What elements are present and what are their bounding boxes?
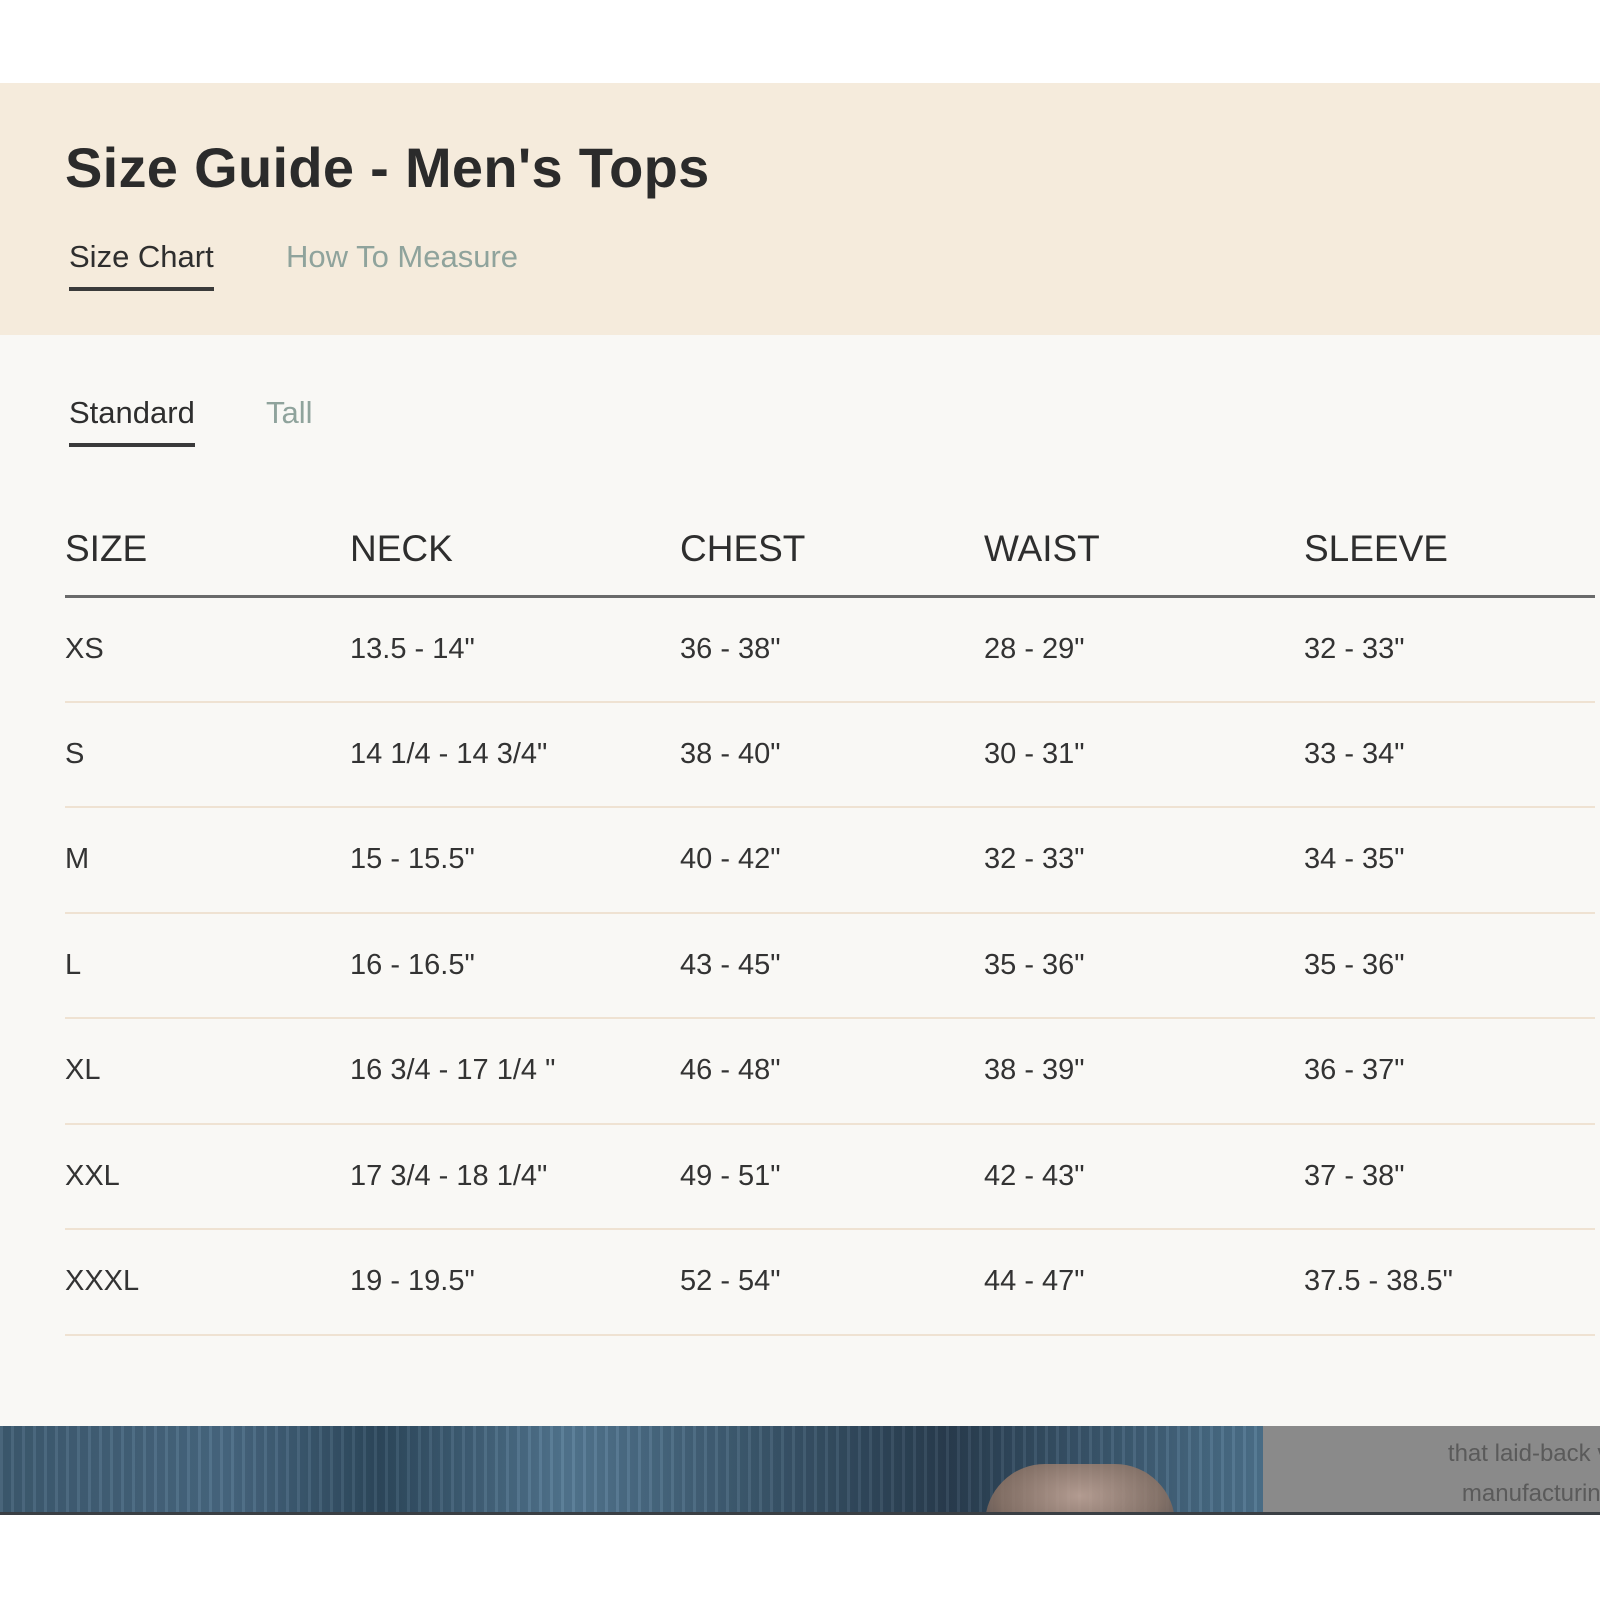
cell-neck: 17 3/4 - 18 1/4": [350, 1123, 680, 1230]
cell-sleeve: 32 - 33": [1304, 596, 1595, 703]
cell-waist: 32 - 33": [984, 807, 1304, 914]
page-title: Size Guide - Men's Tops: [65, 136, 710, 199]
table-row: XXL 17 3/4 - 18 1/4" 49 - 51" 42 - 43" 3…: [65, 1123, 1595, 1230]
table-header-row: SIZE NECK CHEST WAIST SLEEVE: [65, 503, 1595, 598]
cell-sleeve: 34 - 35": [1304, 807, 1595, 914]
column-header-size: SIZE: [65, 503, 350, 598]
background-page-strip: that laid-back vib manufacturing i: [0, 1426, 1600, 1515]
tab-standard-fit[interactable]: Standard: [69, 395, 195, 447]
column-header-sleeve: SLEEVE: [1304, 503, 1595, 598]
size-chart-table: SIZE NECK CHEST WAIST SLEEVE XS 13.5 - 1…: [65, 503, 1595, 1336]
tab-how-to-measure[interactable]: How To Measure: [286, 239, 518, 287]
background-product-image: [0, 1426, 1263, 1512]
cell-waist: 38 - 39": [984, 1018, 1304, 1125]
size-guide-header: Size Guide - Men's Tops Size Chart How T…: [0, 83, 1600, 335]
cell-chest: 49 - 51": [680, 1123, 984, 1230]
column-header-neck: NECK: [350, 503, 680, 598]
column-header-waist: WAIST: [984, 503, 1304, 598]
background-page-text: that laid-back vib manufacturing i: [1263, 1426, 1600, 1512]
cell-sleeve: 37.5 - 38.5": [1304, 1229, 1595, 1336]
cell-sleeve: 35 - 36": [1304, 912, 1595, 1019]
cell-chest: 43 - 45": [680, 912, 984, 1019]
cell-neck: 16 3/4 - 17 1/4 ": [350, 1018, 680, 1125]
cell-size: M: [65, 807, 350, 914]
background-text-line: that laid-back vib: [1447, 1440, 1600, 1467]
background-text-line: manufacturing i: [1461, 1480, 1600, 1507]
background-hand-shape: [985, 1464, 1175, 1512]
column-header-chest: CHEST: [680, 503, 984, 598]
tab-size-chart[interactable]: Size Chart: [69, 239, 214, 291]
cell-size: XL: [65, 1018, 350, 1125]
tab-tall-fit[interactable]: Tall: [266, 395, 313, 443]
cell-chest: 46 - 48": [680, 1018, 984, 1125]
cell-size: XXXL: [65, 1229, 350, 1336]
cell-size: XS: [65, 596, 350, 703]
cell-sleeve: 33 - 34": [1304, 701, 1595, 808]
table-row: L 16 - 16.5" 43 - 45" 35 - 36" 35 - 36": [65, 912, 1595, 1019]
table-row: XS 13.5 - 14" 36 - 38" 28 - 29" 32 - 33": [65, 596, 1595, 703]
cell-neck: 15 - 15.5": [350, 807, 680, 914]
cell-waist: 42 - 43": [984, 1123, 1304, 1230]
cell-waist: 28 - 29": [984, 596, 1304, 703]
cell-size: XXL: [65, 1123, 350, 1230]
cell-waist: 30 - 31": [984, 701, 1304, 808]
cell-sleeve: 37 - 38": [1304, 1123, 1595, 1230]
cell-sleeve: 36 - 37": [1304, 1018, 1595, 1125]
cell-waist: 44 - 47": [984, 1229, 1304, 1336]
cell-neck: 14 1/4 - 14 3/4": [350, 701, 680, 808]
table-row: S 14 1/4 - 14 3/4" 38 - 40" 30 - 31" 33 …: [65, 701, 1595, 808]
table-row: M 15 - 15.5" 40 - 42" 32 - 33" 34 - 35": [65, 807, 1595, 914]
cell-waist: 35 - 36": [984, 912, 1304, 1019]
table-row: XXXL 19 - 19.5" 52 - 54" 44 - 47" 37.5 -…: [65, 1229, 1595, 1336]
cell-chest: 38 - 40": [680, 701, 984, 808]
cell-size: S: [65, 701, 350, 808]
size-guide-modal: Size Guide - Men's Tops Size Chart How T…: [0, 83, 1600, 1515]
cell-chest: 36 - 38": [680, 596, 984, 703]
cell-chest: 40 - 42": [680, 807, 984, 914]
cell-neck: 13.5 - 14": [350, 596, 680, 703]
table-row: XL 16 3/4 - 17 1/4 " 46 - 48" 38 - 39" 3…: [65, 1018, 1595, 1125]
cell-size: L: [65, 912, 350, 1019]
cell-chest: 52 - 54": [680, 1229, 984, 1336]
cell-neck: 19 - 19.5": [350, 1229, 680, 1336]
cell-neck: 16 - 16.5": [350, 912, 680, 1019]
